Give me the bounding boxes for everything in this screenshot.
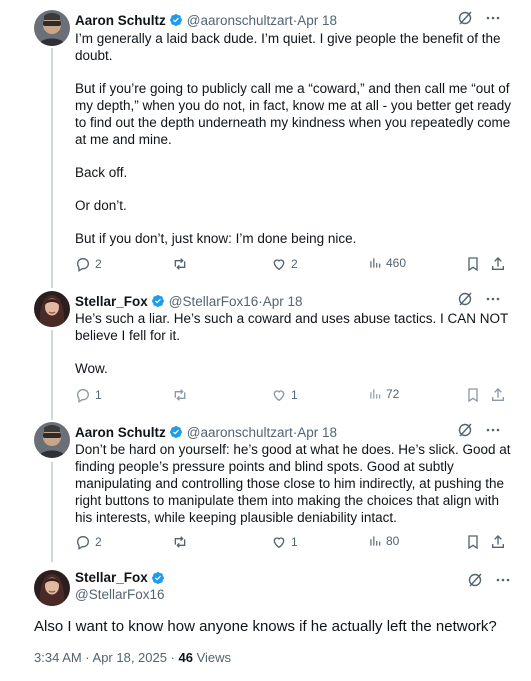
reply-button[interactable]: 2 [75,256,102,272]
like-icon [271,256,287,272]
views-count: 80 [386,534,400,548]
tweet[interactable]: Stellar_Fox @StellarFox16 · Apr 18 He’s … [0,291,531,411]
tweet-paragraph: But if you’re going to publicly call me … [75,81,511,147]
views-icon [368,534,382,548]
views-button[interactable]: 460 [368,256,406,270]
author-handle[interactable]: @aaronschultzart [187,425,293,440]
like-button[interactable]: 2 [271,256,298,272]
bookmark-button[interactable] [465,534,481,550]
views-button[interactable]: 72 [368,387,399,401]
like-count: 2 [291,257,298,271]
action-bar: 2 1 80 [75,534,511,554]
more-icon[interactable] [485,10,501,29]
author-name[interactable]: Aaron Schultz [75,13,166,28]
tweet-paragraph: He’s such a liar. He’s such a coward and… [75,311,508,343]
verified-badge-icon [151,571,165,585]
bookmark-icon [465,387,481,403]
grok-icon[interactable] [457,10,473,29]
tweet-paragraph: Back off. [75,165,128,180]
tweet-timestamp[interactable]: 3:34 AM · Apr 18, 2025 · [34,650,179,665]
tweet-paragraph: Wow. [75,361,108,376]
tweet-metadata: 3:34 AM · Apr 18, 2025 · 46 Views [34,650,231,665]
avatar[interactable] [34,422,70,458]
tweet-date[interactable]: Apr 18 [297,13,337,28]
bookmark-icon [465,256,481,272]
tweet-text: He’s such a liar. He’s such a coward and… [75,310,513,377]
repost-icon [172,256,188,272]
repost-icon [172,387,188,403]
like-button[interactable]: 1 [271,387,298,403]
tweet[interactable]: Aaron Schultz @aaronschultzart · Apr 18 … [0,10,531,280]
author-handle[interactable]: @aaronschultzart [187,13,293,28]
share-icon [490,256,506,272]
bookmark-button[interactable] [465,256,481,272]
repost-button[interactable] [172,387,188,403]
share-button[interactable] [490,256,506,272]
share-icon [490,534,506,550]
like-icon [271,387,287,403]
tweet-date[interactable]: Apr 18 [263,294,303,309]
verified-badge-icon [169,13,183,27]
action-bar: 2 2 460 [75,256,511,276]
views-count: 460 [386,256,407,270]
bookmark-button[interactable] [465,387,481,403]
more-icon[interactable] [485,291,501,310]
views-icon [368,256,382,270]
tweet[interactable]: Aaron Schultz @aaronschultzart · Apr 18 … [0,422,531,557]
more-icon[interactable] [495,572,511,593]
views-count: 72 [386,387,400,401]
tweet-date[interactable]: Apr 18 [297,425,337,440]
author-handle[interactable]: @StellarFox16 [169,294,259,309]
like-button[interactable]: 1 [271,534,298,550]
grok-icon[interactable] [457,422,473,441]
avatar[interactable] [34,570,70,606]
reply-icon [75,387,91,403]
reply-count: 1 [95,388,102,402]
bookmark-icon [465,534,481,550]
avatar[interactable] [34,10,70,46]
views-count: 46 [178,650,193,665]
reply-icon [75,534,91,550]
reply-count: 2 [95,257,102,271]
tweet-paragraph: I’m generally a laid back dude. I’m quie… [75,31,501,63]
like-count: 1 [291,388,298,402]
grok-icon[interactable] [457,291,473,310]
repost-icon [172,534,188,550]
tweet-paragraph: Or don’t. [75,198,127,213]
avatar[interactable] [34,291,70,327]
tweet-text: Also I want to know how anyone knows if … [34,618,497,635]
tweet-text: Don’t be hard on yourself: he’s good at … [75,441,513,526]
focused-tweet: Stellar_Fox @StellarFox16 Also I want to… [0,570,531,681]
author-handle[interactable]: @StellarFox16 [75,587,169,602]
repost-button[interactable] [172,534,188,550]
like-count: 1 [291,535,298,549]
more-icon[interactable] [485,422,501,441]
reply-icon [75,256,91,272]
verified-badge-icon [169,425,183,439]
author-name[interactable]: Aaron Schultz [75,425,166,440]
views-button[interactable]: 80 [368,534,399,548]
verified-badge-icon [151,294,165,308]
author-name[interactable]: Stellar_Fox [75,294,148,309]
share-button[interactable] [490,534,506,550]
grok-icon[interactable] [467,572,483,593]
tweet-text: I’m generally a laid back dude. I’m quie… [75,30,513,247]
action-bar: 1 1 72 [75,387,511,407]
repost-button[interactable] [172,256,188,272]
views-label: Views [193,650,232,665]
author-name[interactable]: Stellar_Fox [75,570,148,585]
tweet-paragraph: Don’t be hard on yourself: he’s good at … [75,442,511,525]
tweet-paragraph: But if you don’t, just know: I’m done be… [75,231,357,246]
share-button[interactable] [490,387,506,403]
reply-button[interactable]: 1 [75,387,102,403]
share-icon [490,387,506,403]
views-icon [368,387,382,401]
like-icon [271,534,287,550]
reply-button[interactable]: 2 [75,534,102,550]
reply-count: 2 [95,535,102,549]
